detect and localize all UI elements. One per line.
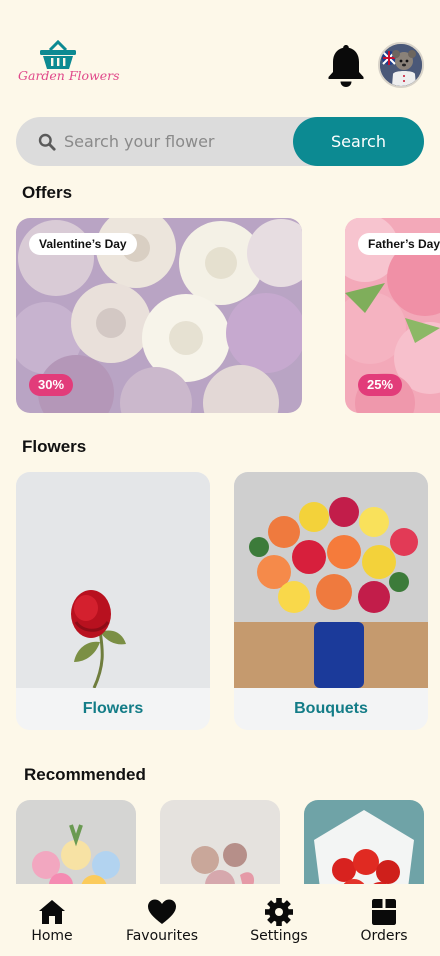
gear-icon (265, 898, 293, 926)
category-label: Flowers (16, 688, 210, 730)
category-label: Bouquets (234, 688, 428, 730)
heart-icon (148, 899, 176, 924)
nav-item-settings[interactable]: Settings (240, 884, 318, 956)
nav-label: Settings (250, 928, 308, 944)
nav-item-home[interactable]: Home (12, 884, 92, 956)
offer-card-valentines[interactable]: Valentine’s Day 30% (16, 218, 302, 413)
brand-name: Garden Flowers (18, 68, 120, 83)
search-bar: Search (16, 117, 424, 166)
home-icon (39, 900, 65, 924)
offer-name: Valentine’s Day (29, 233, 137, 255)
discount-badge: 30% (29, 374, 74, 396)
search-input[interactable] (64, 117, 292, 166)
search-icon (38, 133, 56, 151)
nav-label: Favourites (125, 928, 199, 944)
nav-item-orders[interactable]: Orders (348, 884, 420, 956)
avatar[interactable] (378, 42, 424, 88)
bell-icon[interactable] (326, 42, 366, 88)
nav-label: Orders (360, 928, 408, 944)
offer-card-fathers-day[interactable]: Father’s Day 25% (345, 218, 440, 413)
bottom-nav: Home Favourites Settings Orders (0, 884, 440, 956)
category-card-bouquets[interactable]: Bouquets (234, 472, 428, 730)
app-logo: Garden Flowers (16, 40, 120, 90)
offers-title: Offers (22, 183, 73, 202)
flowers-title: Flowers (22, 437, 87, 456)
single-rose-image (16, 472, 210, 688)
category-card-flowers[interactable]: Flowers (16, 472, 210, 730)
bouquet-image (234, 472, 428, 688)
nav-label: Home (31, 928, 73, 944)
discount-badge: 25% (358, 374, 403, 396)
box-icon (372, 899, 396, 925)
user-avatar (380, 44, 422, 86)
offer-name: Father’s Day (358, 233, 440, 255)
recommended-title: Recommended (24, 765, 146, 784)
search-button[interactable]: Search (293, 117, 424, 166)
basket-icon (40, 40, 76, 69)
nav-item-favourites[interactable]: Favourites (116, 884, 208, 956)
